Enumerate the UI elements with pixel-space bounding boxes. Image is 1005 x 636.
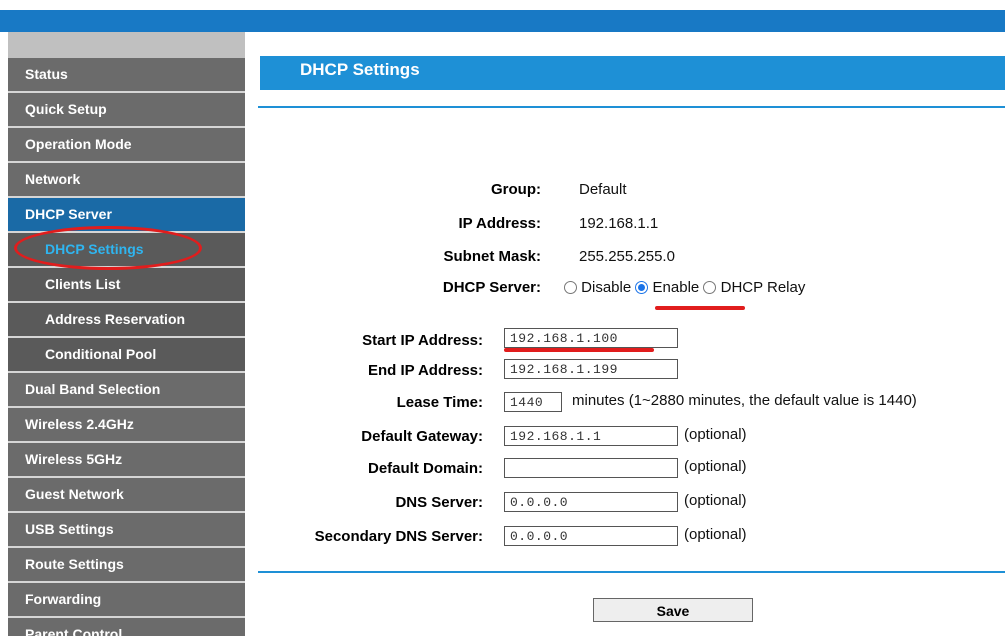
- radio-enable-label: Enable: [652, 279, 700, 296]
- sidebar-item-clients-list[interactable]: Clients List: [8, 268, 245, 303]
- save-button[interactable]: Save: [593, 598, 753, 622]
- radio-dhcp-relay[interactable]: [703, 281, 717, 294]
- secondary-dns-field[interactable]: [504, 526, 678, 546]
- domain-optional-text: (optional): [684, 458, 747, 475]
- ip-address-label: IP Address:: [458, 215, 541, 232]
- sidebar-item-address-reservation[interactable]: Address Reservation: [8, 303, 245, 338]
- radio-disable[interactable]: [564, 281, 577, 294]
- red-underline-annotation: [655, 306, 745, 310]
- sidebar-item-quick-setup[interactable]: Quick Setup: [8, 93, 245, 128]
- dhcp-server-label: DHCP Server:: [442, 279, 541, 296]
- sidebar-item-guest-network[interactable]: Guest Network: [8, 478, 245, 513]
- lease-time-field[interactable]: [504, 392, 562, 412]
- sidebar-item-parent-control[interactable]: Parent Control: [8, 618, 245, 636]
- sidebar-item-route-settings[interactable]: Route Settings: [8, 548, 245, 583]
- default-domain-label: Default Domain:: [367, 460, 483, 477]
- gateway-optional-text: (optional): [684, 426, 747, 443]
- default-domain-field[interactable]: [504, 458, 678, 478]
- secondary-dns-label: Secondary DNS Server:: [314, 528, 483, 545]
- red-underline-annotation-2: [504, 348, 654, 352]
- default-gateway-label: Default Gateway:: [361, 428, 483, 445]
- sidebar-item-status[interactable]: Status: [8, 58, 245, 93]
- sidebar-item-dual-band-selection[interactable]: Dual Band Selection: [8, 373, 245, 408]
- page-title: DHCP Settings: [260, 56, 1005, 90]
- start-ip-label: Start IP Address:: [362, 332, 483, 349]
- red-circle-annotation: [14, 226, 202, 270]
- end-ip-label: End IP Address:: [367, 362, 483, 379]
- bottom-divider: [258, 571, 1005, 573]
- sidebar-item-forwarding[interactable]: Forwarding: [8, 583, 245, 618]
- start-ip-field[interactable]: [504, 328, 678, 348]
- sidebar-item-operation-mode[interactable]: Operation Mode: [8, 128, 245, 163]
- group-value: Default: [579, 181, 627, 198]
- radio-enable[interactable]: [635, 281, 649, 294]
- dns-server-field[interactable]: [504, 492, 678, 512]
- sidebar-menu: Status Quick Setup Operation Mode Networ…: [8, 32, 245, 636]
- dns-server-label: DNS Server:: [395, 494, 483, 511]
- top-header-bar: [0, 10, 1005, 32]
- subnet-mask-value: 255.255.255.0: [579, 248, 675, 265]
- radio-dhcp-relay-label: DHCP Relay: [720, 279, 806, 296]
- secondary-dns-optional-text: (optional): [684, 526, 747, 543]
- ip-address-value: 192.168.1.1: [579, 215, 659, 232]
- default-gateway-field[interactable]: [504, 426, 678, 446]
- end-ip-field[interactable]: [504, 359, 678, 379]
- radio-disable-label: Disable: [581, 279, 632, 296]
- lease-time-label: Lease Time:: [396, 394, 483, 411]
- sidebar-header-strip: [8, 32, 245, 58]
- dhcp-server-radio-group: Disable Enable DHCP Relay: [564, 279, 805, 296]
- dns-optional-text: (optional): [684, 492, 747, 509]
- group-label: Group:: [491, 181, 541, 198]
- lease-time-hint: minutes (1~2880 minutes, the default val…: [572, 392, 917, 409]
- sidebar-item-wireless-5ghz[interactable]: Wireless 5GHz: [8, 443, 245, 478]
- title-divider: [258, 106, 1005, 108]
- sidebar-item-network[interactable]: Network: [8, 163, 245, 198]
- subnet-mask-label: Subnet Mask:: [443, 248, 541, 265]
- sidebar-item-conditional-pool[interactable]: Conditional Pool: [8, 338, 245, 373]
- sidebar-item-usb-settings[interactable]: USB Settings: [8, 513, 245, 548]
- sidebar-item-wireless-24ghz[interactable]: Wireless 2.4GHz: [8, 408, 245, 443]
